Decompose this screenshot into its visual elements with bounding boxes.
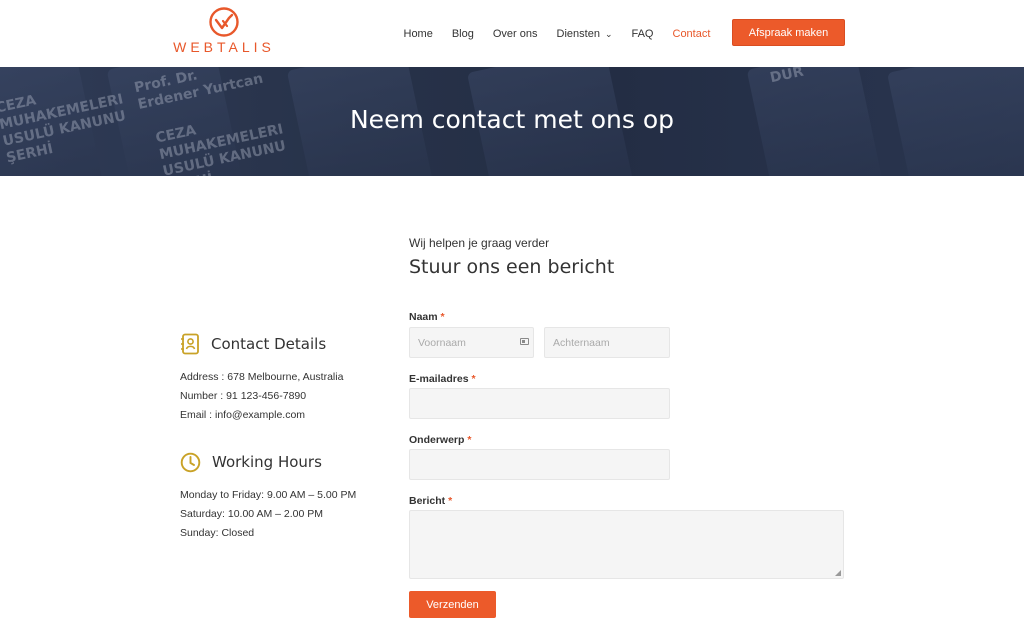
required-mark: * [471, 373, 476, 385]
submit-button[interactable]: Verzenden [409, 591, 496, 618]
form-title: Stuur ons een bericht [409, 256, 615, 278]
contact-email: Email : info@example.com [180, 409, 306, 421]
required-mark: * [467, 434, 472, 446]
last-name-input[interactable]: Achternaam [544, 327, 670, 358]
nav-item-blog[interactable]: Blog [452, 28, 474, 40]
message-textarea[interactable] [409, 510, 844, 579]
address-book-icon [181, 333, 199, 355]
last-name-placeholder: Achternaam [553, 336, 610, 349]
first-name-placeholder: Voornaam [418, 336, 466, 349]
contact-address: Address : 678 Melbourne, Australia [180, 371, 344, 383]
subject-label-text: Onderwerp [409, 434, 465, 446]
page-title: Neem contact met ons op [349, 105, 675, 134]
nav-item-home[interactable]: Home [404, 28, 433, 40]
name-label: Naam * [409, 311, 445, 323]
message-label: Bericht * [409, 495, 452, 507]
logo-check-icon [209, 7, 239, 37]
main-nav: Home Blog Over ons Diensten ⌄ FAQ Contac… [394, 0, 720, 67]
subject-input[interactable] [409, 449, 670, 480]
nav-item-diensten-label: Diensten [556, 27, 600, 40]
required-mark: * [440, 311, 445, 323]
form-subtitle: Wij helpen je graag verder [409, 236, 550, 250]
contact-number: Number : 91 123-456-7890 [180, 390, 307, 402]
logo[interactable]: WEBTALIS [170, 6, 278, 60]
message-label-text: Bericht [409, 495, 446, 507]
autofill-card-icon [520, 338, 529, 345]
contact-details-heading: Contact Details [180, 332, 390, 356]
working-hours-heading: Working Hours [180, 450, 400, 474]
appointment-button[interactable]: Afspraak maken [732, 19, 845, 46]
working-hours: Working Hours Monday to Friday: 9.00 AM … [180, 450, 400, 543]
site-header: WEBTALIS Home Blog Over ons Diensten ⌄ F… [0, 0, 1024, 67]
clock-icon [180, 452, 201, 472]
nav-item-faq[interactable]: FAQ [631, 28, 653, 40]
contact-details: Contact Details Address : 678 Melbourne,… [180, 332, 390, 425]
working-hours-title: Working Hours [212, 453, 322, 471]
first-name-input[interactable]: Voornaam [409, 327, 534, 358]
logo-text: WEBTALIS [173, 39, 275, 55]
hero-banner: CEZA MUHAKEMELERI USULÜ KANUNU ŞERHİ Pro… [0, 67, 1024, 176]
name-label-text: Naam [409, 311, 438, 323]
resize-handle-icon[interactable] [835, 570, 841, 576]
chevron-down-icon: ⌄ [604, 29, 613, 39]
nav-item-over-ons[interactable]: Over ons [493, 28, 538, 40]
contact-form: Wij helpen je graag verder Stuur ons een… [409, 236, 845, 618]
hours-weekdays: Monday to Friday: 9.00 AM – 5.00 PM [180, 489, 357, 501]
email-input[interactable] [409, 388, 670, 419]
required-mark: * [448, 495, 453, 507]
contact-details-title: Contact Details [211, 335, 327, 353]
hours-sunday: Sunday: Closed [180, 527, 255, 539]
email-label: E-mailadres * [409, 373, 476, 385]
hours-saturday: Saturday: 10.00 AM – 2.00 PM [180, 508, 324, 520]
email-label-text: E-mailadres [409, 373, 469, 385]
subject-label: Onderwerp * [409, 434, 471, 446]
nav-item-diensten[interactable]: Diensten ⌄ [557, 28, 613, 40]
nav-item-contact[interactable]: Contact [673, 28, 711, 40]
